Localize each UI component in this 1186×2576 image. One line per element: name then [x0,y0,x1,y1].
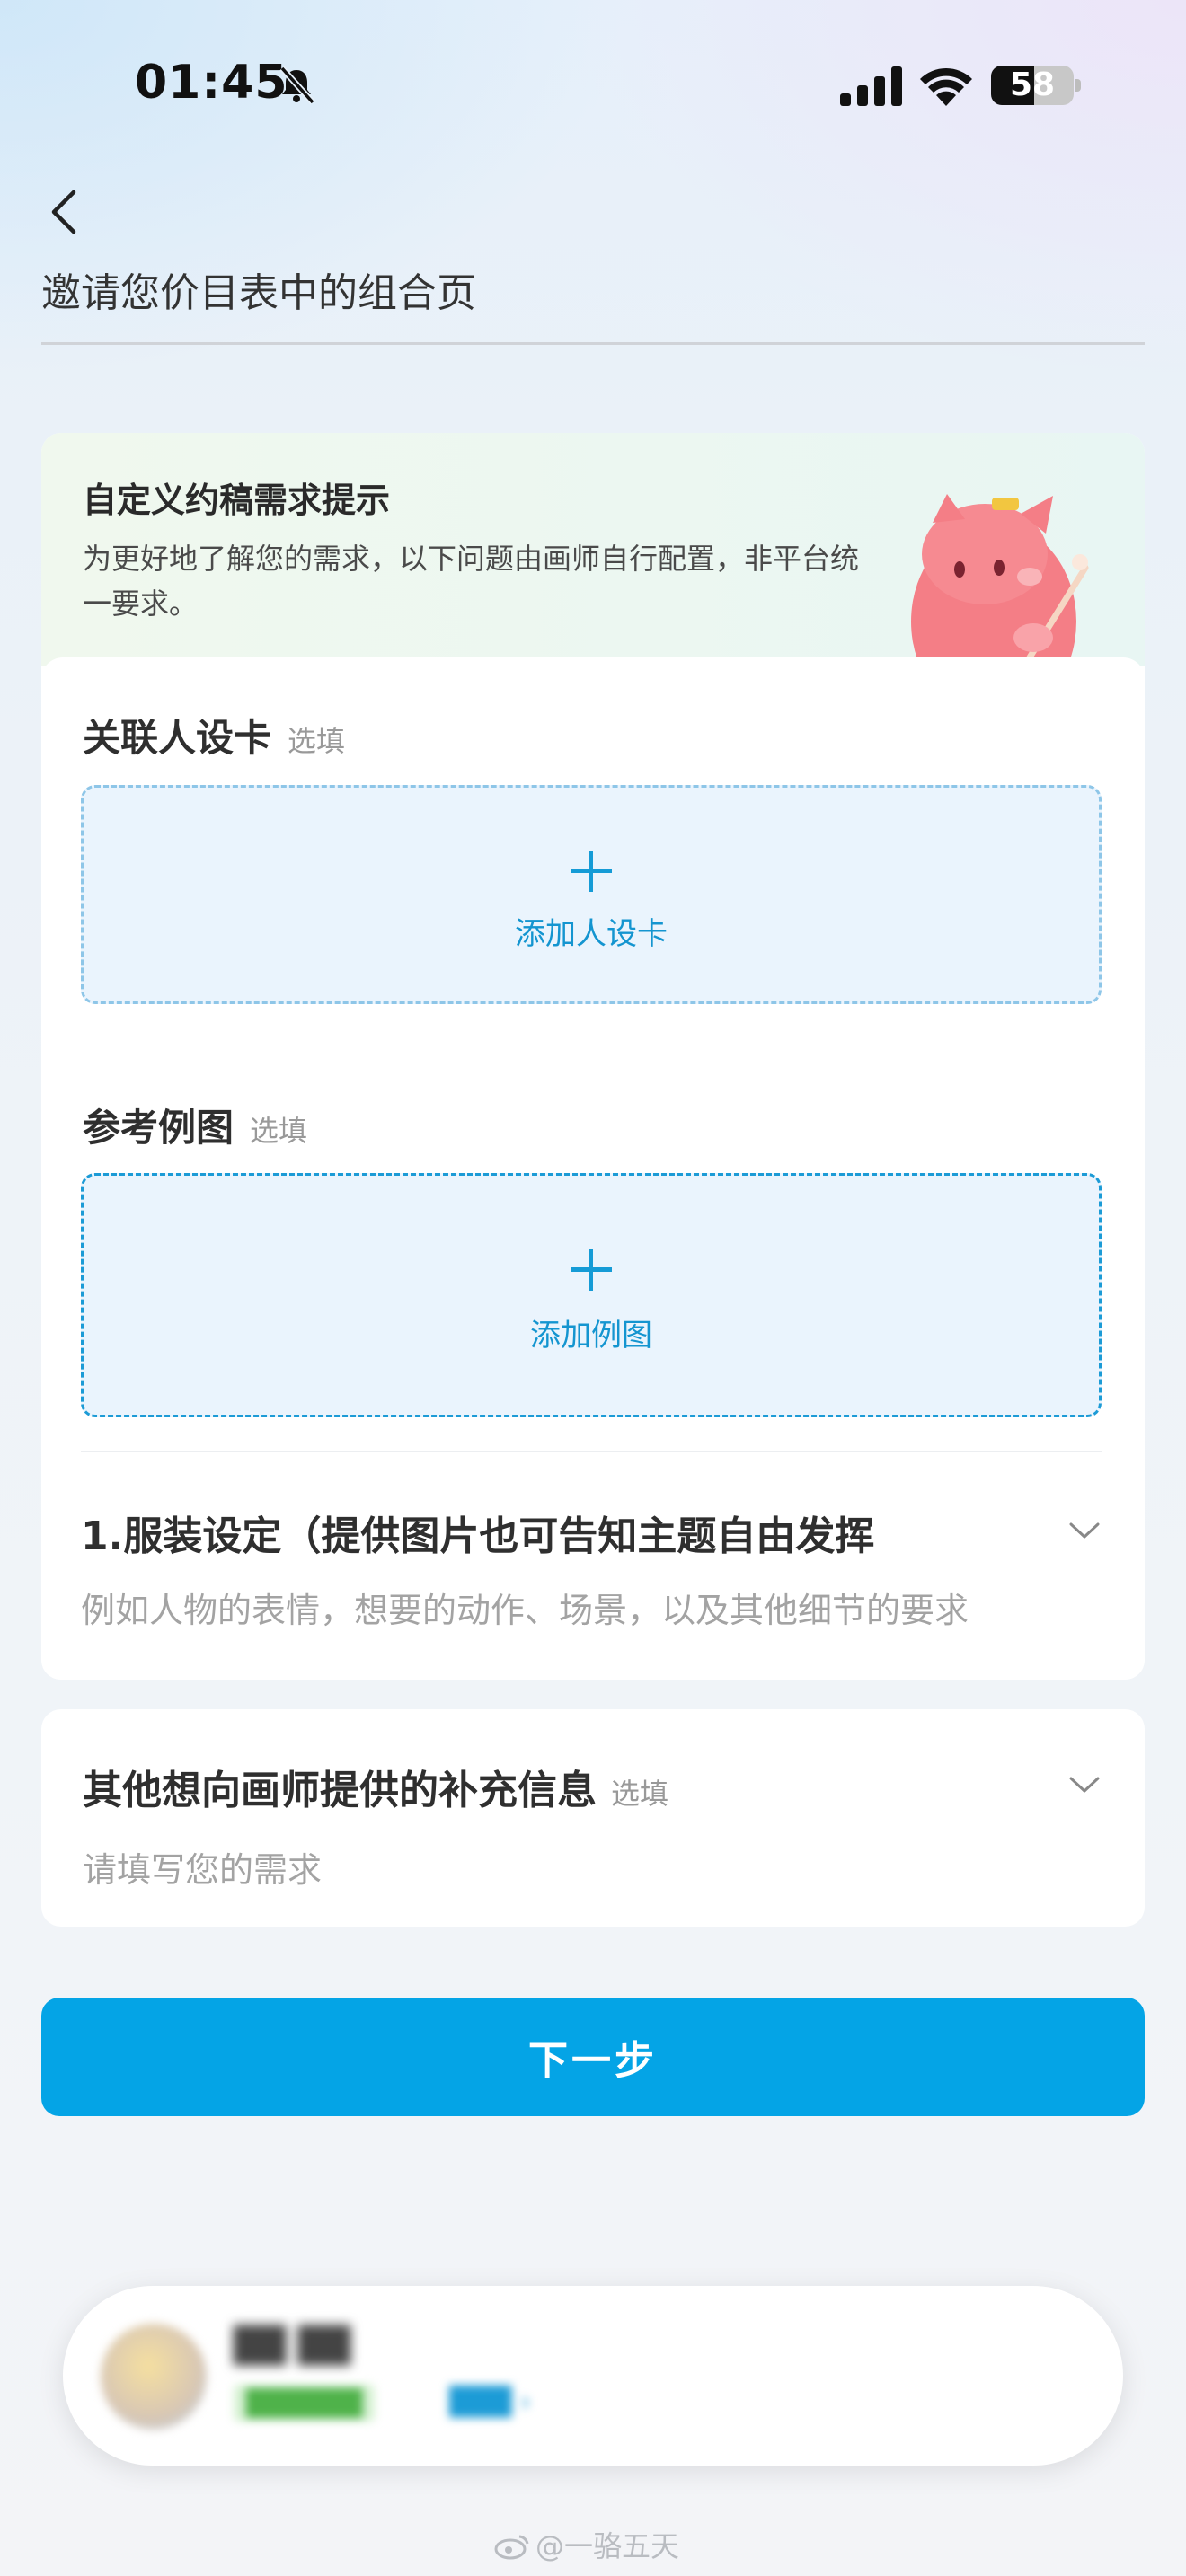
back-chevron-icon[interactable] [47,187,83,237]
tip-banner: 自定义约稿需求提示 为更好地了解您的需求，以下问题由画师自行配置，非平台统一要求… [41,433,1145,668]
reference-label: 参考例图 选填 [83,1098,307,1152]
add-character-card-label: 添加人设卡 [515,916,668,952]
character-card-label: 关联人设卡 选填 [83,708,345,763]
requirements-card: 自定义约稿需求提示 为更好地了解您的需求，以下问题由画师自行配置，非平台统一要求… [41,433,1145,1680]
optional-tag: 选填 [250,1114,308,1148]
background-tint-left [0,0,629,377]
question1-title: 1.服装设定（提供图片也可告知主题自由发挥 [81,1513,875,1559]
extra-info-hint: 请填写您的需求 [83,1850,323,1890]
watermark: @一骆五天 [494,2524,679,2565]
next-step-button[interactable]: 下一步 [41,1998,1145,2116]
status-badge-blurred: ██████ [234,2385,376,2422]
avatar[interactable] [101,2324,207,2430]
section-divider [81,1451,1102,1452]
artist-name-blurred: ██ ██ [234,2325,351,2365]
add-character-card-button[interactable]: 添加人设卡 [81,785,1102,1004]
extra-info-card[interactable]: 其他想向画师提供的补充信息 选填 请填写您的需求 [41,1709,1145,1927]
form-body: 关联人设卡 选填 添加人设卡 参考例图 选填 添加例图 1.服装设定（提供图片也可告… [41,657,1145,1680]
plus-icon [571,1249,612,1291]
watermark-text: @一骆五天 [535,2529,680,2563]
question1-hint: 例如人物的表情，想要的动作、场景，以及其他细节的要求 [81,1591,969,1630]
reference-label-text: 参考例图 [83,1106,235,1150]
artist-floating-card[interactable]: ██ ██ ██████ ███ › [63,2286,1123,2466]
wifi-icon [920,67,972,106]
battery-icon: 58 [991,66,1074,105]
status-time: 01:45 [135,56,288,110]
chevron-down-icon[interactable] [1069,1522,1100,1539]
artist-link-blurred[interactable]: ███ › [449,2386,531,2418]
extra-info-title: 其他想向画师提供的补充信息 选填 [83,1758,668,1815]
optional-tag: 选填 [288,724,346,758]
page-title: 邀请您价目表中的组合页 [41,270,476,316]
bell-muted-icon [279,66,315,105]
background-tint-right [557,0,1186,377]
add-reference-image-label: 添加例图 [530,1318,652,1354]
weibo-logo-icon [494,2535,529,2560]
plus-icon [571,851,612,892]
title-divider [41,342,1145,345]
cellular-signal-icon [840,66,902,106]
battery-nub [1075,79,1081,92]
add-reference-image-button[interactable]: 添加例图 [81,1173,1102,1417]
chevron-down-icon[interactable] [1069,1776,1100,1794]
character-card-label-text: 关联人设卡 [83,716,272,760]
tip-title: 自定义约稿需求提示 [83,481,391,520]
optional-tag: 选填 [611,1777,669,1811]
pig-mascot-illustration [911,494,1089,668]
extra-info-title-text: 其他想向画师提供的补充信息 [83,1768,597,1813]
tip-description: 为更好地了解您的需求，以下问题由画师自行配置，非平台统一要求。 [83,542,860,621]
